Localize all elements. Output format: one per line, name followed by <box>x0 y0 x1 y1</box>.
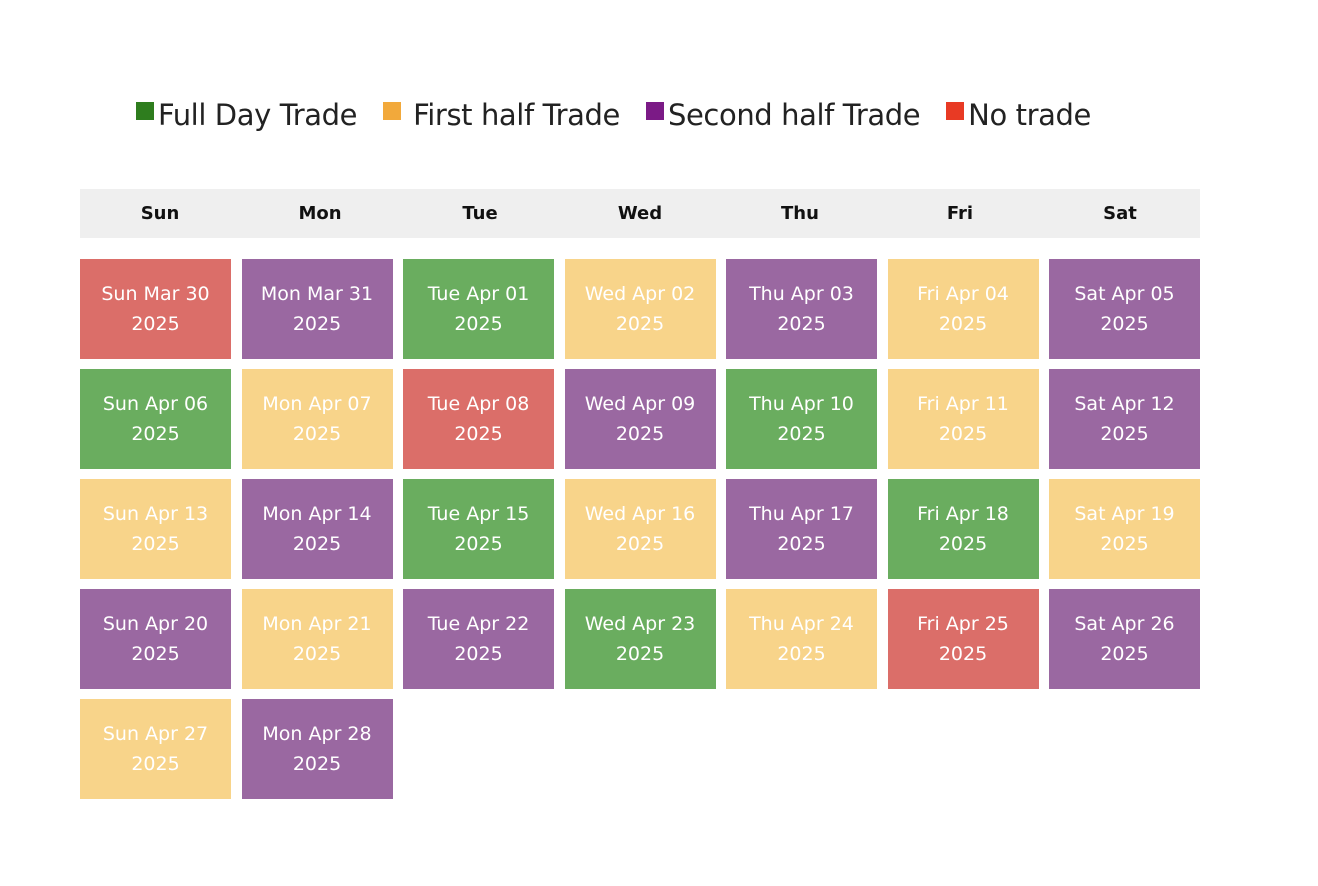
day-cell[interactable]: Fri Apr 11 2025 <box>887 369 1039 469</box>
legend: Full Day Trade First half Trade Second hal… <box>136 96 1091 136</box>
day-label: Mon Apr 21 2025 <box>262 613 372 665</box>
day-label: Sun Apr 27 2025 <box>102 723 209 775</box>
day-label: Tue Apr 22 2025 <box>427 613 530 665</box>
weekday-tue: Tue <box>462 203 498 224</box>
day-label: Tue Apr 01 2025 <box>427 283 530 335</box>
day-label: Tue Apr 15 2025 <box>427 503 530 555</box>
day-label: Fri Apr 04 2025 <box>917 283 1009 335</box>
day-label: Sun Apr 20 2025 <box>102 613 209 665</box>
day-label: Tue Apr 08 2025 <box>427 393 530 445</box>
day-label: Sat Apr 12 2025 <box>1074 393 1175 445</box>
day-label: Thu Apr 03 2025 <box>749 283 854 335</box>
day-label: Sat Apr 05 2025 <box>1074 283 1175 335</box>
legend-label: Full Day Trade <box>158 98 358 132</box>
day-label: Thu Apr 24 2025 <box>749 613 854 665</box>
day-cell[interactable]: Thu Apr 24 2025 <box>726 589 877 689</box>
weekday-mon: Mon <box>298 203 342 224</box>
weekday-sun: Sun <box>140 203 180 224</box>
day-cell[interactable]: Mon Mar 31 2025 <box>241 259 393 359</box>
day-cell[interactable]: Thu Apr 03 2025 <box>726 259 877 359</box>
trade-calendar: Sun Mon Tue Wed Thu Fri Sat Sun Mar 30 2025 Mon… <box>80 189 1200 799</box>
day-cell[interactable]: Tue Apr 22 2025 <box>403 589 554 689</box>
day-label: Sun Apr 13 2025 <box>102 503 209 555</box>
legend-item-full-day: Full Day Trade <box>136 96 357 134</box>
calendar-grid: Sun Mar 30 2025 Mon Mar 31 2025 Tue Apr 01… <box>80 259 1200 799</box>
day-label: Fri Apr 11 2025 <box>917 393 1009 445</box>
day-label: Mon Apr 07 2025 <box>262 393 372 445</box>
legend-item-second-half: Second half Trade <box>645 96 921 134</box>
day-cell[interactable]: Fri Apr 25 2025 <box>887 589 1039 689</box>
day-cell[interactable]: Fri Apr 18 2025 <box>887 479 1039 579</box>
legend-item-first-half: First half Trade <box>383 96 620 134</box>
day-label: Thu Apr 10 2025 <box>749 393 854 445</box>
day-cell[interactable]: Sun Mar 30 2025 <box>80 259 231 359</box>
weekday-sat: Sat <box>1103 203 1137 224</box>
day-cell[interactable]: Fri Apr 04 2025 <box>887 259 1039 359</box>
day-cell[interactable]: Sat Apr 19 2025 <box>1049 479 1200 579</box>
weekday-wed: Wed <box>617 203 663 224</box>
day-cell[interactable]: Sun Apr 13 2025 <box>80 479 231 579</box>
day-label: Sun Mar 30 2025 <box>101 283 210 335</box>
day-cell[interactable]: Sat Apr 12 2025 <box>1049 369 1200 469</box>
day-label: Mon Apr 14 2025 <box>262 503 372 555</box>
legend-label: No trade <box>968 98 1091 132</box>
day-cell[interactable]: Mon Apr 21 2025 <box>241 589 393 689</box>
day-cell[interactable]: Mon Apr 28 2025 <box>241 699 393 799</box>
day-label: Fri Apr 18 2025 <box>917 503 1009 555</box>
legend-swatch <box>946 102 965 120</box>
legend-swatch <box>136 102 154 120</box>
weekday-header-row: Sun Mon Tue Wed Thu Fri Sat <box>80 189 1200 238</box>
day-label: Mon Apr 28 2025 <box>262 723 372 775</box>
weekday-thu: Thu <box>781 203 819 224</box>
legend-label: Second half Trade <box>667 98 921 132</box>
day-cell[interactable]: Wed Apr 16 2025 <box>564 479 716 579</box>
day-label: Sat Apr 26 2025 <box>1074 613 1175 665</box>
day-cell[interactable]: Thu Apr 10 2025 <box>726 369 877 469</box>
day-cell[interactable]: Sun Apr 20 2025 <box>80 589 231 689</box>
day-label: Sun Apr 06 2025 <box>102 393 209 445</box>
weekday-fri: Fri <box>946 203 974 224</box>
day-label: Wed Apr 23 2025 <box>584 613 696 665</box>
legend-label: First half Trade <box>413 98 620 132</box>
day-cell[interactable]: Sun Apr 06 2025 <box>80 369 231 469</box>
day-cell[interactable]: Tue Apr 01 2025 <box>403 259 554 359</box>
day-label: Thu Apr 17 2025 <box>749 503 854 555</box>
day-cell[interactable]: Mon Apr 14 2025 <box>241 479 393 579</box>
day-cell[interactable]: Wed Apr 23 2025 <box>564 589 716 689</box>
day-cell[interactable]: Wed Apr 09 2025 <box>564 369 716 469</box>
day-cell[interactable]: Sun Apr 27 2025 <box>80 699 231 799</box>
day-label: Mon Mar 31 2025 <box>260 283 374 335</box>
legend-swatch <box>383 102 402 120</box>
day-cell[interactable]: Mon Apr 07 2025 <box>241 369 393 469</box>
day-cell[interactable]: Sat Apr 26 2025 <box>1049 589 1200 689</box>
day-label: Fri Apr 25 2025 <box>917 613 1009 665</box>
day-label: Wed Apr 09 2025 <box>584 393 696 445</box>
day-cell[interactable]: Wed Apr 02 2025 <box>564 259 716 359</box>
day-cell[interactable]: Thu Apr 17 2025 <box>726 479 877 579</box>
legend-swatch <box>645 102 664 120</box>
day-cell[interactable]: Tue Apr 08 2025 <box>403 369 554 469</box>
legend-item-no-trade: No trade <box>946 96 1091 134</box>
day-cell[interactable]: Tue Apr 15 2025 <box>403 479 554 579</box>
day-label: Wed Apr 02 2025 <box>584 283 696 335</box>
day-label: Sat Apr 19 2025 <box>1074 503 1175 555</box>
day-cell[interactable]: Sat Apr 05 2025 <box>1049 259 1200 359</box>
day-label: Wed Apr 16 2025 <box>584 503 696 555</box>
